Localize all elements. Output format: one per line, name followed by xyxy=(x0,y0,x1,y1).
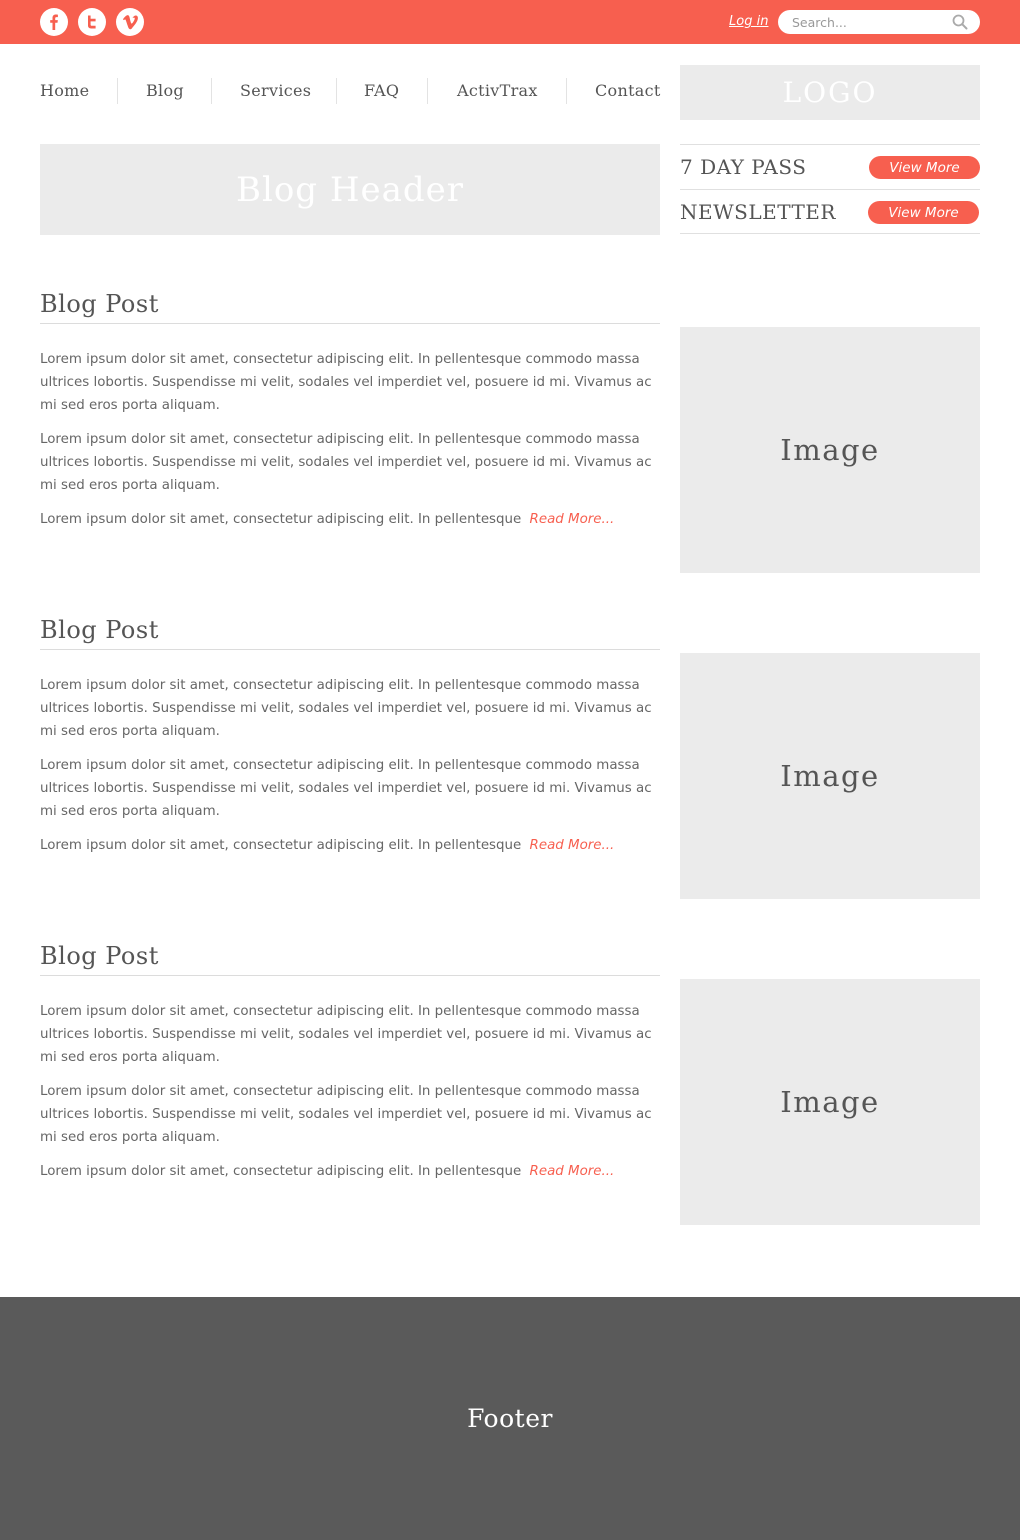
nav-divider xyxy=(117,78,118,104)
promo-title: NEWSLETTER xyxy=(680,200,836,224)
nav-divider xyxy=(566,78,567,104)
twitter-link[interactable] xyxy=(78,8,106,36)
facebook-icon xyxy=(50,14,58,30)
twitter-icon xyxy=(88,15,96,29)
post-paragraph: Lorem ipsum dolor sit amet, consectetur … xyxy=(40,758,652,819)
nav-item-activtrax[interactable]: ActivTrax xyxy=(457,78,538,104)
post-image: Image xyxy=(680,327,980,573)
search-input[interactable] xyxy=(792,13,942,31)
post-paragraph: Lorem ipsum dolor sit amet, consectetur … xyxy=(40,432,652,493)
post-teaser-text: Lorem ipsum dolor sit amet, consectetur … xyxy=(40,512,522,527)
post-title: Blog Post xyxy=(40,290,660,324)
vimeo-link[interactable] xyxy=(116,8,144,36)
blog-header: Blog Header xyxy=(40,144,660,235)
read-more-link[interactable]: Read More... xyxy=(530,512,615,527)
view-more-button[interactable]: View More xyxy=(869,156,980,179)
search-icon[interactable] xyxy=(952,14,968,30)
promo-title: 7 DAY PASS xyxy=(680,155,807,179)
nav-divider xyxy=(427,78,428,104)
post-teaser-text: Lorem ipsum dolor sit amet, consectetur … xyxy=(40,838,522,853)
post-title: Blog Post xyxy=(40,942,660,976)
vimeo-icon xyxy=(123,15,138,30)
search-box xyxy=(778,10,980,34)
post-teaser: Lorem ipsum dolor sit amet, consectetur … xyxy=(40,508,665,531)
logo[interactable]: LOGO xyxy=(680,65,980,120)
read-more-link[interactable]: Read More... xyxy=(530,838,615,853)
post-paragraph: Lorem ipsum dolor sit amet, consectetur … xyxy=(40,352,652,413)
post-teaser-text: Lorem ipsum dolor sit amet, consectetur … xyxy=(40,1164,522,1179)
promo-newsletter: NEWSLETTER View More xyxy=(680,189,980,234)
footer: Footer xyxy=(0,1297,1020,1540)
nav-item-blog[interactable]: Blog xyxy=(146,78,184,104)
post-paragraph: Lorem ipsum dolor sit amet, consectetur … xyxy=(40,1084,652,1145)
read-more-link[interactable]: Read More... xyxy=(530,1164,615,1179)
post-teaser: Lorem ipsum dolor sit amet, consectetur … xyxy=(40,834,665,857)
nav-item-services[interactable]: Services xyxy=(240,78,311,104)
footer-label: Footer xyxy=(467,1404,553,1433)
login-link[interactable]: Log in xyxy=(729,14,768,29)
nav-item-faq[interactable]: FAQ xyxy=(364,78,399,104)
post-teaser: Lorem ipsum dolor sit amet, consectetur … xyxy=(40,1160,665,1183)
nav-item-contact[interactable]: Contact xyxy=(595,78,661,104)
post-paragraph: Lorem ipsum dolor sit amet, consectetur … xyxy=(40,678,652,739)
post-paragraph: Lorem ipsum dolor sit amet, consectetur … xyxy=(40,1004,652,1065)
post-title: Blog Post xyxy=(40,616,660,650)
post-image: Image xyxy=(680,979,980,1225)
nav-divider xyxy=(211,78,212,104)
post-image: Image xyxy=(680,653,980,899)
top-bar: Log in xyxy=(0,0,1020,44)
promo-7-day-pass: 7 DAY PASS View More xyxy=(680,144,980,189)
facebook-link[interactable] xyxy=(40,8,68,36)
view-more-button[interactable]: View More xyxy=(868,201,979,224)
nav-item-home[interactable]: Home xyxy=(40,78,89,104)
nav-divider xyxy=(336,78,337,104)
